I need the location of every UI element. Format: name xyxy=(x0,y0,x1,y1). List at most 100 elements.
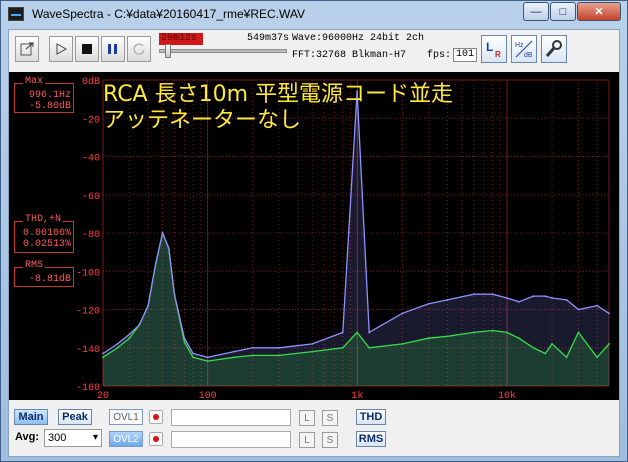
position-slider-thumb[interactable] xyxy=(165,44,172,58)
minimize-button[interactable]: — xyxy=(523,2,549,21)
series-point xyxy=(401,312,404,315)
thd-readout-title: THD,+N xyxy=(23,214,64,225)
series-point xyxy=(506,297,508,299)
series-point xyxy=(167,247,170,250)
total-time: 549m37s xyxy=(247,33,290,44)
pause-button[interactable] xyxy=(101,36,125,62)
series-area xyxy=(103,91,609,386)
ovl1-indicator[interactable]: OVL1 xyxy=(109,409,143,425)
rms-value: -8.81dB xyxy=(28,274,71,285)
max-readout-title: Max xyxy=(23,76,46,87)
ovl2-load-button[interactable]: L xyxy=(299,432,315,448)
ovl1-name-field[interactable] xyxy=(171,409,291,426)
scale-settings-button[interactable]: Hz dB xyxy=(511,35,537,63)
client-area: 29m12s 549m37s Wave:96000Hz 24bit 2ch FF… xyxy=(8,29,620,457)
series-point xyxy=(544,295,547,298)
series-point xyxy=(532,295,535,298)
play-button[interactable] xyxy=(49,36,73,62)
y-tick-label: -60 xyxy=(82,192,100,203)
ovl2-save-button[interactable]: S xyxy=(322,432,338,448)
wave-format-info: Wave:96000Hz 24bit 2ch xyxy=(292,33,425,44)
wrench-icon xyxy=(545,40,562,57)
series-point xyxy=(517,300,520,303)
x-tick-label: 20 xyxy=(97,391,109,400)
ovl1-load-button[interactable]: L xyxy=(299,410,315,426)
position-slider-track[interactable] xyxy=(159,49,287,53)
y-tick-label: -80 xyxy=(82,230,100,241)
series-point xyxy=(102,352,104,355)
thdn-value: 0.02513% xyxy=(22,239,71,250)
thd-value: 0.00106% xyxy=(22,228,71,239)
repeat-icon xyxy=(133,43,145,55)
svg-text:dB: dB xyxy=(524,52,533,59)
bottom-control-panel: Main Peak OVL1 L S THD Avg: 300 OVL2 L S… xyxy=(9,400,619,456)
fft-settings-info: FFT:32768 Blkman-H7 xyxy=(292,50,407,61)
series-point xyxy=(138,323,141,326)
y-tick-label: -120 xyxy=(76,307,100,318)
app-window: WaveSpectra - C:¥data¥20160417_rme¥REC.W… xyxy=(0,0,628,462)
series-point xyxy=(596,304,599,307)
window-title: WaveSpectra - C:¥data¥20160417_rme¥REC.W… xyxy=(32,7,306,21)
lr-channel-icon: LR xyxy=(486,40,501,59)
close-button[interactable]: ✕ xyxy=(577,2,621,21)
series-point xyxy=(446,299,449,301)
svg-text:R: R xyxy=(495,50,501,59)
svg-text:Hz: Hz xyxy=(515,42,524,49)
stop-button[interactable] xyxy=(75,36,99,62)
settings-button[interactable] xyxy=(541,35,567,63)
stop-icon xyxy=(82,44,92,54)
avg-select-value: 300 xyxy=(48,432,67,444)
rms-button[interactable]: RMS xyxy=(356,431,386,447)
ovl2-name-field[interactable] xyxy=(171,431,291,448)
svg-text:L: L xyxy=(486,40,493,54)
thd-button[interactable]: THD xyxy=(356,409,386,425)
series-point xyxy=(311,343,314,345)
x-tick-label: 1k xyxy=(351,390,363,400)
series-point xyxy=(551,297,553,299)
avg-select[interactable]: 300 xyxy=(44,429,102,447)
series-point xyxy=(154,262,157,265)
annotation-line-2: アッテネーターなし xyxy=(103,108,302,133)
series-point xyxy=(251,346,254,349)
y-tick-label: -100 xyxy=(76,268,100,279)
x-tick-label: 100 xyxy=(199,391,217,400)
play-icon xyxy=(56,43,68,55)
series-point xyxy=(278,346,280,349)
series-point xyxy=(608,312,610,315)
avg-label: Avg: xyxy=(15,431,40,443)
series-point xyxy=(116,343,119,345)
window-controls: — □ ✕ xyxy=(522,2,621,21)
y-tick-label: -20 xyxy=(82,115,100,126)
series-point xyxy=(128,333,131,336)
series-point xyxy=(161,232,164,234)
main-button[interactable]: Main xyxy=(14,409,48,425)
series-point xyxy=(147,304,149,307)
series-point xyxy=(173,293,176,296)
spectrum-plot[interactable]: 0dB -20 -40 -60 -80 -100 -120 -140 -160 20 100 1k 10… xyxy=(9,72,619,400)
ovl2-indicator[interactable]: OVL2 xyxy=(109,431,143,447)
series-point xyxy=(577,308,580,311)
max-readout-box: 996.1Hz -5.80dB xyxy=(14,83,74,113)
open-file-button[interactable] xyxy=(15,36,39,62)
open-file-icon xyxy=(20,42,34,56)
max-frequency: 996.1Hz xyxy=(28,90,71,101)
series-point xyxy=(192,352,195,355)
title-bar[interactable]: WaveSpectra - C:¥data¥20160417_rme¥REC.W… xyxy=(1,1,627,27)
ovl1-record-icon[interactable] xyxy=(149,410,163,424)
y-tick-label: 0dB xyxy=(82,76,100,88)
hz-db-scale-icon: HzdB xyxy=(515,40,533,59)
fps-value: 101 xyxy=(453,48,477,62)
rms-readout-title: RMS xyxy=(23,260,46,271)
repeat-button[interactable] xyxy=(127,36,151,62)
peak-button[interactable]: Peak xyxy=(58,409,92,425)
wavespectra-app-icon[interactable] xyxy=(8,7,24,21)
ovl2-record-icon[interactable] xyxy=(149,432,163,446)
series-point xyxy=(427,302,430,305)
maximize-button[interactable]: □ xyxy=(550,2,576,21)
channel-lr-button[interactable]: LR xyxy=(481,35,507,63)
ovl1-save-button[interactable]: S xyxy=(322,410,338,426)
series-point xyxy=(206,356,209,359)
series-point xyxy=(233,350,235,353)
x-tick-label: 10k xyxy=(498,390,516,400)
pause-icon xyxy=(108,44,117,54)
